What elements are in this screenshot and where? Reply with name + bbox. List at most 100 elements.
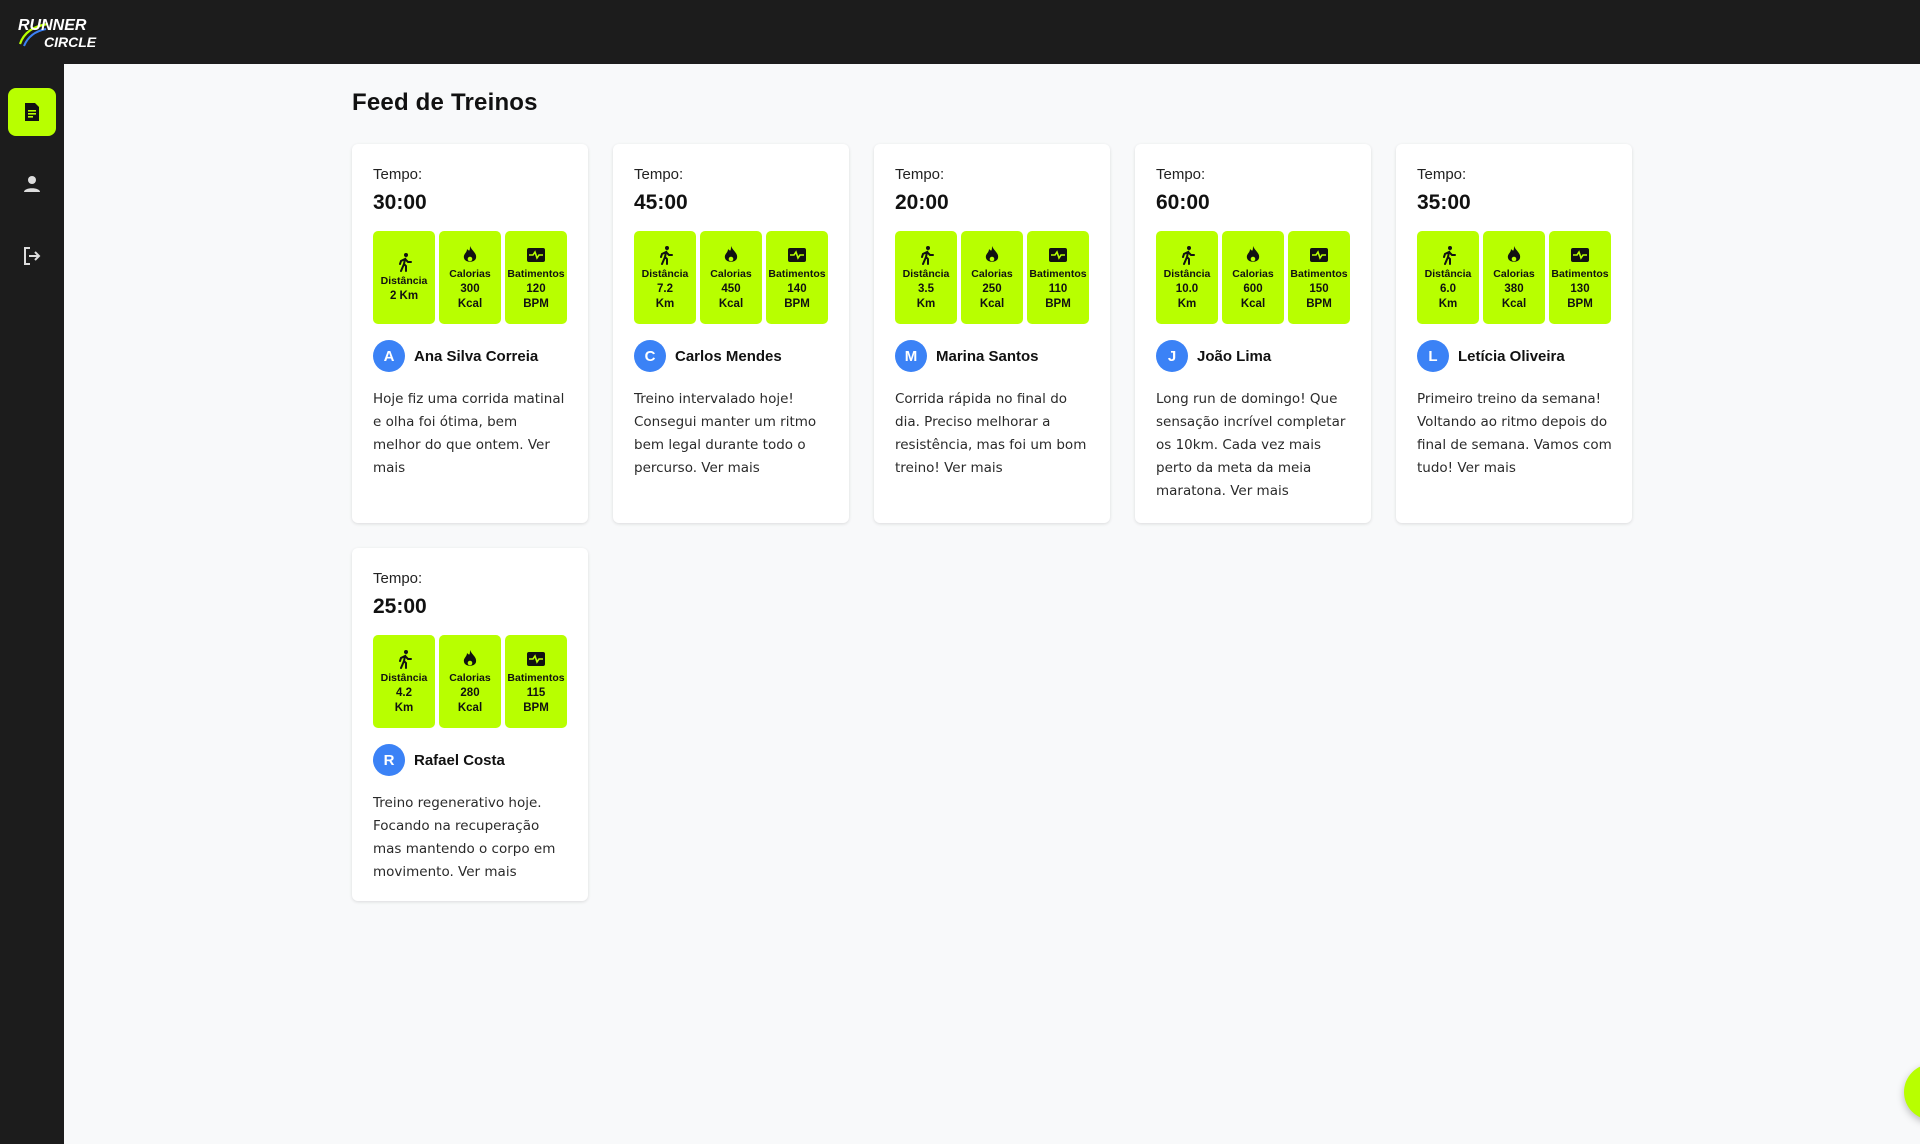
calories-label: Calorias: [1493, 267, 1535, 280]
calories-value: 380: [1504, 282, 1524, 295]
post-author[interactable]: M Marina Santos: [895, 340, 1090, 372]
post-author[interactable]: J João Lima: [1156, 340, 1351, 372]
distance-label: Distância: [380, 671, 428, 684]
document-icon: [25, 103, 39, 121]
avatar[interactable]: A: [373, 340, 405, 372]
post-author[interactable]: L Letícia Oliveira: [1417, 340, 1612, 372]
workout-feed-grid: Tempo: 30:00 Distância 2 Km Calorias 300…: [352, 144, 1632, 901]
calories-stat: Calorias 450 Kcal: [700, 231, 762, 324]
time-value: 30:00: [373, 191, 427, 214]
add-workout-button[interactable]: [1904, 1064, 1920, 1120]
distance-value: 10.0: [1175, 282, 1199, 295]
distance-unit: Km: [916, 297, 936, 310]
author-name[interactable]: Rafael Costa: [414, 752, 505, 769]
time-value: 20:00: [895, 191, 949, 214]
bpm-unit: BPM: [523, 701, 549, 714]
sidebar-item-logout[interactable]: [8, 232, 56, 280]
calories-value: 280: [460, 686, 480, 699]
workout-card[interactable]: Tempo: 25:00 Distância 4.2 Km Calorias 2…: [352, 548, 588, 901]
avatar[interactable]: C: [634, 340, 666, 372]
calories-unit: Kcal: [457, 297, 483, 310]
calories-value: 300: [460, 282, 480, 295]
workout-card[interactable]: Tempo: 35:00 Distância 6.0 Km Calorias 3…: [1396, 144, 1632, 523]
post-author[interactable]: C Carlos Mendes: [634, 340, 829, 372]
stats-row: Distância 10.0 Km Calorias 600 Kcal Bati…: [1156, 231, 1351, 324]
calories-label: Calorias: [710, 267, 752, 280]
author-name[interactable]: Letícia Oliveira: [1458, 348, 1565, 365]
bpm-value: 130: [1570, 282, 1590, 295]
author-name[interactable]: João Lima: [1197, 348, 1271, 365]
distance-value: 7.2: [657, 282, 673, 295]
heart-monitor-icon: [1049, 247, 1067, 262]
calories-unit: Kcal: [718, 297, 744, 310]
heartbeat-label: Batimentos: [507, 267, 565, 280]
calories-label: Calorias: [971, 267, 1013, 280]
post-description: Hoje fiz uma corrida matinal e olha foi …: [373, 391, 565, 476]
calories-unit: Kcal: [457, 701, 483, 714]
heartbeat-label: Batimentos: [768, 267, 826, 280]
distance-stat: Distância 2 Km: [373, 231, 435, 324]
running-icon: [399, 253, 412, 272]
calories-label: Calorias: [1232, 267, 1274, 280]
avatar[interactable]: M: [895, 340, 927, 372]
bpm-value: 140: [787, 282, 807, 295]
stats-row: Distância 3.5 Km Calorias 250 Kcal Batim…: [895, 231, 1090, 324]
logout-icon: [24, 247, 41, 265]
bpm-unit: BPM: [1306, 297, 1332, 310]
sidebar: [0, 64, 64, 1144]
calories-stat: Calorias 600 Kcal: [1222, 231, 1284, 324]
bpm-unit: BPM: [1567, 297, 1593, 310]
time-label: Tempo:: [373, 166, 423, 183]
post-description: Treino intervalado hoje! Consegui manter…: [634, 391, 817, 476]
heart-monitor-icon: [527, 651, 545, 666]
distance-value: 4.2: [396, 686, 412, 699]
logo-text-top: RUNNER: [18, 17, 87, 34]
author-name[interactable]: Marina Santos: [936, 348, 1039, 365]
distance-label: Distância: [902, 267, 950, 280]
runner-circle-logo[interactable]: RUNNER CIRCLE: [14, 14, 110, 50]
sidebar-item-profile[interactable]: [8, 160, 56, 208]
bpm-unit: BPM: [523, 297, 549, 310]
post-description: Treino regenerativo hoje. Focando na rec…: [373, 795, 556, 880]
fire-icon: [1507, 245, 1521, 262]
workout-card[interactable]: Tempo: 45:00 Distância 7.2 Km Calorias 4…: [613, 144, 849, 523]
heartbeat-label: Batimentos: [1551, 267, 1609, 280]
distance-label: Distância: [1163, 267, 1211, 280]
post-description: Primeiro treino da semana! Voltando ao r…: [1417, 391, 1612, 476]
distance-stat: Distância 4.2 Km: [373, 635, 435, 728]
post-author[interactable]: A Ana Silva Correia: [373, 340, 568, 372]
sidebar-item-feed[interactable]: [8, 88, 56, 136]
bpm-value: 115: [526, 686, 546, 699]
distance-unit: Km: [1438, 297, 1458, 310]
heart-monitor-icon: [527, 247, 545, 262]
heartbeat-stat: Batimentos 115 BPM: [505, 635, 567, 728]
distance-stat: Distância 10.0 Km: [1156, 231, 1218, 324]
distance-unit: Km: [1177, 297, 1197, 310]
calories-stat: Calorias 250 Kcal: [961, 231, 1023, 324]
author-name[interactable]: Ana Silva Correia: [414, 348, 538, 365]
avatar[interactable]: L: [1417, 340, 1449, 372]
distance-label: Distância: [1424, 267, 1472, 280]
post-author[interactable]: R Rafael Costa: [373, 744, 568, 776]
bpm-value: 110: [1048, 282, 1068, 295]
stats-row: Distância 4.2 Km Calorias 280 Kcal Batim…: [373, 635, 568, 728]
avatar[interactable]: R: [373, 744, 405, 776]
time-label: Tempo:: [1156, 166, 1206, 183]
main-content: Feed de Treinos Tempo: 30:00 Distância 2…: [64, 64, 1920, 1144]
workout-card[interactable]: Tempo: 60:00 Distância 10.0 Km Calorias …: [1135, 144, 1371, 523]
running-icon: [1182, 245, 1195, 265]
workout-card[interactable]: Tempo: 30:00 Distância 2 Km Calorias 300…: [352, 144, 588, 523]
calories-stat: Calorias 300 Kcal: [439, 231, 501, 324]
time-label: Tempo:: [1417, 166, 1467, 183]
top-bar: RUNNER CIRCLE: [0, 0, 1920, 64]
author-name[interactable]: Carlos Mendes: [675, 348, 782, 365]
workout-card[interactable]: Tempo: 20:00 Distância 3.5 Km Calorias 2…: [874, 144, 1110, 523]
calories-value: 250: [982, 282, 1002, 295]
time-value: 25:00: [373, 595, 427, 618]
distance-label: Distância: [380, 275, 428, 287]
bpm-value: 150: [1309, 282, 1329, 295]
fire-icon: [463, 245, 477, 262]
running-icon: [1443, 245, 1456, 265]
avatar[interactable]: J: [1156, 340, 1188, 372]
fire-icon: [1246, 245, 1260, 262]
